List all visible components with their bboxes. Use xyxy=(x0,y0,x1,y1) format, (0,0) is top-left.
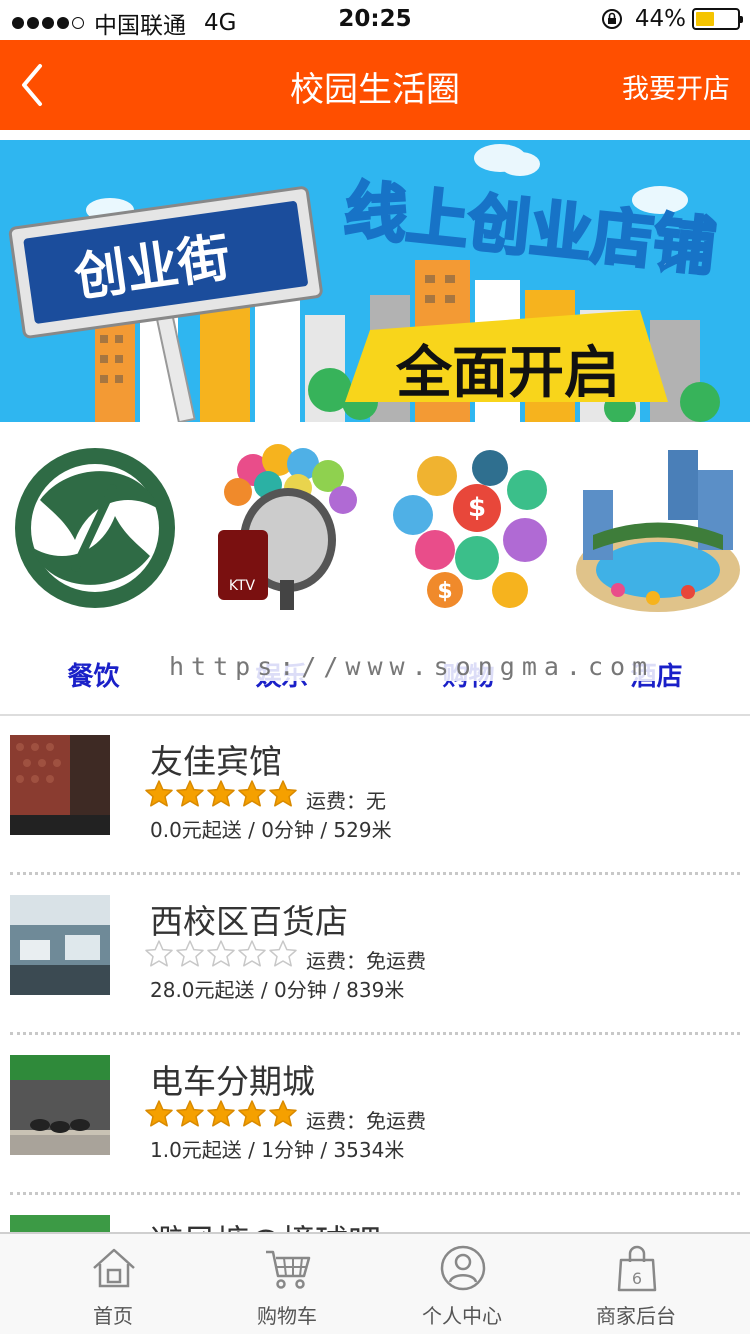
rating-stars xyxy=(144,1099,298,1129)
tab-cart[interactable]: 购物车 xyxy=(200,1234,374,1334)
fork-knife-logo-icon xyxy=(15,448,175,608)
store-name: 电车分期城 xyxy=(150,1062,315,1101)
star-filled-icon xyxy=(269,1100,297,1127)
store-thumbnail xyxy=(10,895,110,995)
store-item[interactable]: 西校区百货店 运费：免运费 28.0元起送 / 0分钟 / 839米 xyxy=(0,875,750,1035)
banner-tagline: 全面开启 xyxy=(395,341,620,406)
store-meta: 1.0元起送 / 1分钟 / 3534米 xyxy=(150,1138,405,1162)
star-filled-icon xyxy=(145,1100,173,1127)
star-filled-icon xyxy=(238,780,266,807)
svg-text:$: $ xyxy=(437,579,452,604)
battery-icon xyxy=(692,8,743,30)
banner-artwork: 创业街 线上创业店铺 全面开启 xyxy=(0,140,750,422)
store-name: 友佳宾馆 xyxy=(150,742,282,781)
star-filled-icon xyxy=(238,1100,266,1127)
store-item[interactable]: 友佳宾馆 运费：无 0.0元起送 / 0分钟 / 529米 xyxy=(0,715,750,875)
star-filled-icon xyxy=(145,780,173,807)
store-thumbnail xyxy=(10,1055,110,1155)
star-empty-icon xyxy=(238,940,266,967)
hotel-icon xyxy=(576,450,740,612)
store-name: 西校区百货店 xyxy=(150,902,348,941)
category-grid: 餐饮 KTV 娱乐 xyxy=(0,430,750,714)
tab-label: 购物车 xyxy=(257,1304,317,1328)
home-icon xyxy=(93,1248,135,1288)
star-filled-icon xyxy=(176,1100,204,1127)
shipping-fee: 运费：免运费 xyxy=(306,1109,426,1133)
star-filled-icon xyxy=(269,780,297,807)
star-empty-icon xyxy=(269,940,297,967)
star-empty-icon xyxy=(145,940,173,967)
category-dining[interactable]: 餐饮 xyxy=(0,430,187,714)
battery-percent: 44% xyxy=(634,6,686,32)
rotation-lock-icon xyxy=(601,9,622,29)
store-meta: 28.0元起送 / 0分钟 / 839米 xyxy=(150,978,405,1002)
tab-label: 首页 xyxy=(93,1304,133,1328)
shopping-bubbles-icon: $ $ xyxy=(393,450,547,608)
svg-text:6: 6 xyxy=(632,1269,642,1288)
shipping-fee: 运费：无 xyxy=(306,789,386,813)
watermark-overlay: https://www.songma.com xyxy=(165,652,659,681)
rating-stars xyxy=(144,779,298,809)
tab-label: 商家后台 xyxy=(596,1304,676,1328)
rating-stars xyxy=(144,939,298,969)
bottom-tab-bar: 首页 购物车 个人中心 6 商家后台 xyxy=(0,1232,750,1334)
tab-profile[interactable]: 个人中心 xyxy=(375,1234,549,1334)
nav-bar: 校园生活圈 我要开店 xyxy=(0,40,750,130)
battery-level xyxy=(696,12,714,26)
microphone-icon: KTV xyxy=(218,444,357,610)
tab-home[interactable]: 首页 xyxy=(26,1234,200,1334)
svg-text:KTV: KTV xyxy=(229,578,256,594)
svg-text:$: $ xyxy=(468,493,486,523)
promo-banner[interactable]: 创业街 线上创业店铺 全面开启 xyxy=(0,140,750,422)
store-item[interactable]: 电车分期城 运费：免运费 1.0元起送 / 1分钟 / 3534米 xyxy=(0,1035,750,1195)
tab-merchant[interactable]: 6 商家后台 xyxy=(549,1234,723,1334)
star-empty-icon xyxy=(176,940,204,967)
star-empty-icon xyxy=(207,940,235,967)
shipping-fee: 运费：免运费 xyxy=(306,949,426,973)
cart-icon xyxy=(266,1250,311,1289)
star-filled-icon xyxy=(207,780,235,807)
status-right: 44% xyxy=(601,6,743,32)
status-bar: 中国联通 4G 20:25 44% xyxy=(0,0,750,40)
tab-label: 个人中心 xyxy=(422,1304,502,1328)
user-icon xyxy=(440,1245,486,1291)
star-filled-icon xyxy=(176,780,204,807)
category-label: 餐饮 xyxy=(67,662,120,692)
store-meta: 0.0元起送 / 0分钟 / 529米 xyxy=(150,818,392,842)
store-thumbnail xyxy=(10,735,110,835)
open-shop-button[interactable]: 我要开店 xyxy=(622,67,730,106)
shopping-bag-icon: 6 xyxy=(617,1245,657,1292)
star-filled-icon xyxy=(207,1100,235,1127)
